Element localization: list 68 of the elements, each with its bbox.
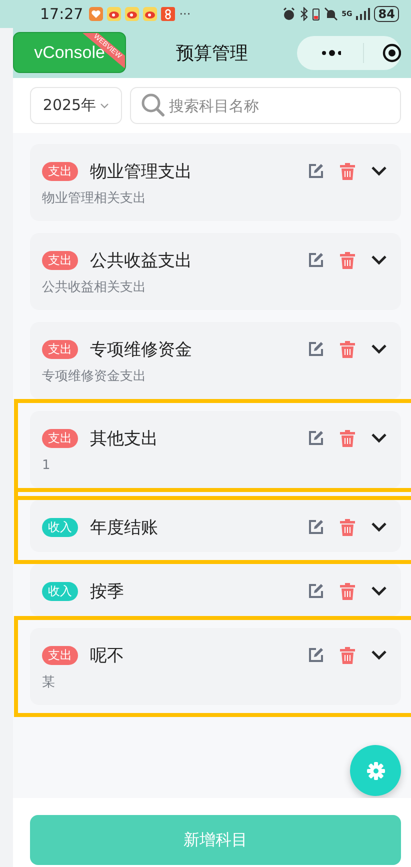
app-icon (107, 7, 122, 21)
item-name: 呢不 (90, 644, 125, 666)
delete-icon[interactable] (340, 252, 355, 268)
chevron-icon[interactable] (371, 650, 387, 660)
search-field[interactable]: 搜索科目名称 (130, 87, 401, 124)
delete-icon[interactable] (340, 646, 355, 664)
edit-icon[interactable] (308, 430, 324, 446)
edit-icon[interactable] (308, 519, 324, 535)
delete-icon[interactable] (340, 518, 355, 536)
type-tag: 支出 (42, 646, 78, 664)
type-tag: 收入 (42, 582, 78, 600)
budget-card[interactable]: 收入 年度结账 (30, 500, 401, 552)
delete-icon[interactable] (340, 340, 355, 358)
clock-time: 17:27 (40, 5, 84, 23)
more-notifications: ··· (179, 7, 191, 21)
chevron-icon[interactable] (371, 586, 387, 596)
delete-icon[interactable] (340, 162, 355, 180)
alarm-icon (282, 7, 296, 21)
year-dropdown[interactable]: 2025年 (30, 87, 122, 124)
budget-card[interactable]: 支出 呢不 某 (30, 628, 401, 705)
more-icon[interactable] (321, 49, 342, 57)
app-icon (143, 7, 158, 21)
delete-icon[interactable] (340, 430, 355, 446)
budget-card[interactable]: 收入 按季 (30, 564, 401, 616)
edit-icon[interactable] (308, 647, 324, 663)
edit-icon[interactable] (308, 163, 324, 179)
settings-icon (366, 762, 384, 780)
delete-icon[interactable] (340, 582, 355, 600)
item-description: 专项维修资金支出 (42, 368, 147, 386)
chevron-icon[interactable] (371, 522, 387, 532)
chevron-icon[interactable] (371, 433, 387, 443)
item-name: 专项维修资金 (90, 338, 193, 360)
caret-icon (100, 102, 110, 108)
item-name: 按季 (90, 580, 125, 602)
item-name: 其他支出 (90, 428, 159, 450)
chevron-icon[interactable] (371, 166, 387, 176)
edit-icon[interactable] (308, 341, 324, 357)
edit-icon[interactable] (308, 583, 324, 599)
budget-card[interactable]: 支出 专项维修资金 专项维修资金支出 (30, 322, 401, 399)
budget-card[interactable]: 支出 物业管理支出 物业管理相关支出 (30, 144, 401, 221)
chevron-icon[interactable] (371, 344, 387, 354)
item-description: 物业管理相关支出 (42, 190, 147, 208)
search-icon (141, 93, 165, 117)
mute-icon (324, 7, 338, 21)
item-description: 某 (42, 674, 56, 692)
item-description: 公共收益相关支出 (42, 279, 147, 297)
type-tag: 支出 (42, 250, 78, 270)
type-tag: 支出 (42, 162, 78, 180)
type-tag: 收入 (42, 518, 78, 536)
type-tag: 支出 (42, 428, 78, 448)
item-name: 年度结账 (90, 516, 159, 538)
phone-battery-icon (312, 7, 320, 21)
app-icon (125, 7, 140, 21)
item-name: 物业管理支出 (90, 160, 193, 182)
app-icon (89, 7, 104, 21)
page-title: 预算管理 (176, 43, 248, 64)
chevron-icon[interactable] (371, 255, 387, 265)
budget-card[interactable]: 支出 其他支出 1 (30, 411, 401, 488)
item-description: 1 (42, 457, 52, 475)
battery-level: 84 (374, 6, 399, 22)
bluetooth-icon (300, 7, 308, 21)
app-icon (161, 7, 176, 21)
edit-icon[interactable] (308, 252, 324, 268)
budget-card[interactable]: 支出 公共收益支出 公共收益相关支出 (30, 233, 401, 310)
type-tag: 支出 (42, 340, 78, 358)
close-icon[interactable] (382, 43, 402, 63)
item-name: 公共收益支出 (90, 250, 193, 272)
signal-icon (356, 8, 370, 20)
